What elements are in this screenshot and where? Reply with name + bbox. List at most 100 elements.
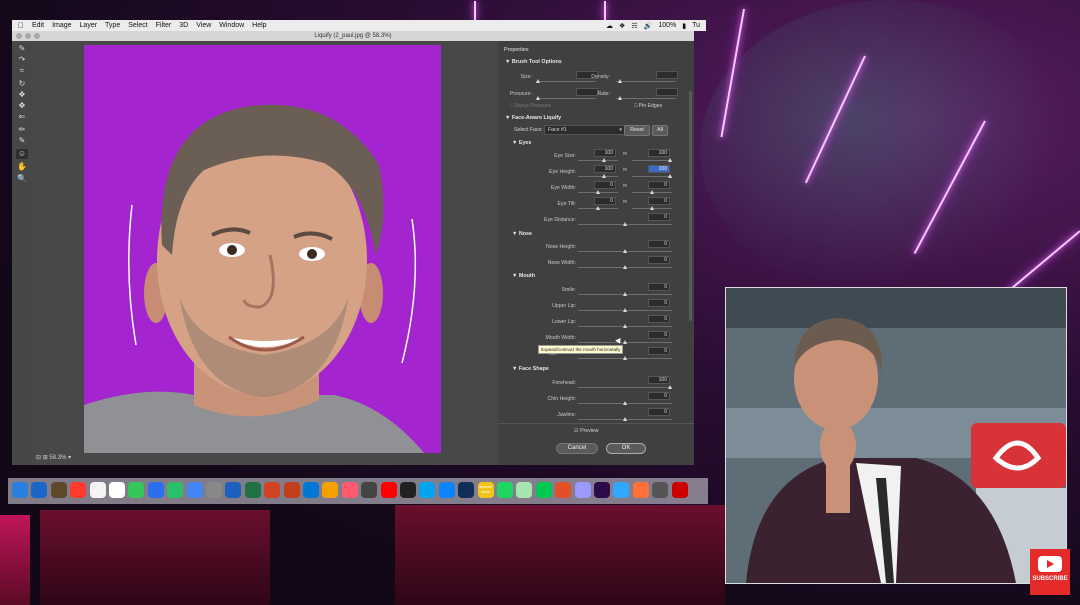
- dock-app-icon[interactable]: [50, 482, 67, 498]
- dock-app-icon[interactable]: [128, 482, 145, 498]
- link-icon[interactable]: ∞: [623, 199, 627, 205]
- reconstruct-tool-icon[interactable]: ↷: [16, 55, 28, 65]
- nose-height-slider[interactable]: [578, 249, 672, 253]
- zoom-level-control[interactable]: ⊟ ⊞ 58.3% ▾: [36, 454, 71, 461]
- face-aware-header[interactable]: ▼ Face-Aware Liquify: [505, 115, 561, 121]
- menu-image[interactable]: Image: [52, 22, 71, 29]
- brush-density-slider[interactable]: [616, 79, 676, 83]
- dock-app-icon[interactable]: [206, 482, 222, 498]
- eye-size-right-field[interactable]: 100: [648, 149, 670, 157]
- face-tool-icon[interactable]: ☺: [16, 149, 28, 159]
- eye-tilt-left-slider[interactable]: [578, 206, 618, 210]
- dock-app-icon[interactable]: [438, 482, 455, 498]
- mouth-height-field[interactable]: 0: [648, 347, 670, 355]
- smooth-tool-icon[interactable]: ≈: [16, 66, 28, 76]
- battery-icon[interactable]: ▮: [682, 22, 686, 30]
- cancel-button[interactable]: Cancel: [556, 443, 598, 454]
- brush-density-field[interactable]: [656, 71, 678, 79]
- link-icon[interactable]: ∞: [623, 183, 627, 189]
- brush-pressure-slider[interactable]: [536, 96, 596, 100]
- clock-text[interactable]: Tu: [692, 22, 700, 29]
- link-icon[interactable]: ∞: [623, 151, 627, 157]
- dock-app-icon[interactable]: [361, 482, 378, 498]
- eye-size-right-slider[interactable]: [632, 158, 672, 162]
- dock-app-icon[interactable]: [70, 482, 87, 498]
- eye-width-right-slider[interactable]: [632, 190, 672, 194]
- dock-app-icon[interactable]: [167, 482, 184, 498]
- zoom-level-text[interactable]: 58.3%: [49, 455, 66, 461]
- menu-view[interactable]: View: [196, 22, 211, 29]
- eye-height-right-field[interactable]: 100: [648, 165, 670, 173]
- link-icon[interactable]: ∞: [623, 167, 627, 173]
- eye-height-right-slider[interactable]: [632, 174, 672, 178]
- lower-lip-slider[interactable]: [578, 324, 672, 328]
- dock-app-icon[interactable]: [419, 482, 436, 498]
- thaw-mask-tool-icon[interactable]: ✎: [16, 136, 28, 146]
- canvas-area[interactable]: ⊟ ⊞ 58.3% ▾: [32, 41, 502, 465]
- menu-help[interactable]: Help: [252, 22, 266, 29]
- eye-tilt-right-field[interactable]: 0: [648, 197, 670, 205]
- push-left-tool-icon[interactable]: ⇐: [16, 112, 28, 122]
- dock-app-icon[interactable]: [535, 482, 552, 498]
- menu-3d[interactable]: 3D: [179, 22, 188, 29]
- eye-size-left-slider[interactable]: [578, 158, 618, 162]
- mouth-header[interactable]: ▼ Mouth: [512, 273, 535, 279]
- stylus-pressure-checkbox[interactable]: □ Stylus Pressure: [510, 103, 551, 109]
- eye-width-right-field[interactable]: 0: [648, 181, 670, 189]
- dock-app-icon[interactable]: [497, 482, 513, 498]
- face-shape-header[interactable]: ▼ Face Shape: [512, 366, 549, 372]
- battery-text[interactable]: 100%: [658, 22, 676, 29]
- brush-size-slider[interactable]: [536, 79, 596, 83]
- menu-select[interactable]: Select: [128, 22, 147, 29]
- zoom-dropdown-icon[interactable]: ▾: [68, 455, 71, 461]
- menu-type[interactable]: Type: [105, 22, 120, 29]
- youtube-subscribe-badge[interactable]: SUBSCRIBE: [1030, 549, 1070, 595]
- brush-rate-slider[interactable]: [616, 96, 676, 100]
- twirl-tool-icon[interactable]: ↻: [16, 79, 28, 89]
- mouth-height-slider[interactable]: [578, 356, 672, 360]
- dock-app-icon[interactable]: [516, 482, 533, 498]
- freeze-mask-tool-icon[interactable]: ✏: [16, 125, 28, 135]
- zoom-window-icon[interactable]: [34, 33, 40, 39]
- bloat-tool-icon[interactable]: ✥: [16, 101, 28, 111]
- zoom-in-icon[interactable]: ⊞: [43, 455, 48, 461]
- forehead-slider[interactable]: [578, 385, 672, 389]
- dock-app-icon[interactable]: [264, 482, 281, 498]
- dock-app-icon[interactable]: [186, 482, 203, 498]
- hand-tool-icon[interactable]: ✋: [16, 162, 28, 172]
- pin-edges-checkbox[interactable]: □ Pin Edges: [634, 103, 662, 109]
- jawline-field[interactable]: 0: [648, 408, 670, 416]
- dock-app-icon[interactable]: [652, 482, 669, 498]
- menu-layer[interactable]: Layer: [80, 22, 98, 29]
- nose-height-field[interactable]: 0: [648, 240, 670, 248]
- menu-window[interactable]: Window: [219, 22, 244, 29]
- forehead-field[interactable]: 100: [648, 376, 670, 384]
- eye-distance-field[interactable]: 0: [648, 213, 670, 221]
- apple-menu-icon[interactable]: : [18, 21, 24, 30]
- nose-width-field[interactable]: 0: [648, 256, 670, 264]
- nose-width-slider[interactable]: [578, 265, 672, 269]
- dock-app-icon[interactable]: [109, 482, 125, 498]
- mouth-width-slider[interactable]: [578, 340, 672, 344]
- dock-app-icon[interactable]: [225, 482, 242, 498]
- dock-app-icon[interactable]: [671, 482, 688, 498]
- all-button[interactable]: All: [652, 125, 668, 136]
- close-window-icon[interactable]: [16, 33, 22, 39]
- eye-size-left-field[interactable]: 100: [594, 149, 616, 157]
- eye-tilt-right-slider[interactable]: [632, 206, 672, 210]
- dock-app-icon[interactable]: [613, 482, 630, 498]
- eye-height-left-field[interactable]: 100: [594, 165, 616, 173]
- eye-tilt-left-field[interactable]: 0: [594, 197, 616, 205]
- eye-width-left-field[interactable]: 0: [594, 181, 616, 189]
- eyes-header[interactable]: ▼ Eyes: [512, 140, 531, 146]
- dock-app-icon[interactable]: [555, 482, 572, 498]
- nose-header[interactable]: ▼ Nose: [512, 231, 532, 237]
- portrait-photo[interactable]: [84, 45, 441, 453]
- smile-slider[interactable]: [578, 292, 672, 296]
- creative-cloud-status-icon[interactable]: ☁: [606, 22, 613, 30]
- dock-app-icon[interactable]: [147, 482, 164, 498]
- upper-lip-field[interactable]: 0: [648, 299, 670, 307]
- dock-app-icon[interactable]: [341, 482, 358, 498]
- dropbox-status-icon[interactable]: ❖: [619, 22, 625, 30]
- dock-app-icon[interactable]: [303, 482, 319, 498]
